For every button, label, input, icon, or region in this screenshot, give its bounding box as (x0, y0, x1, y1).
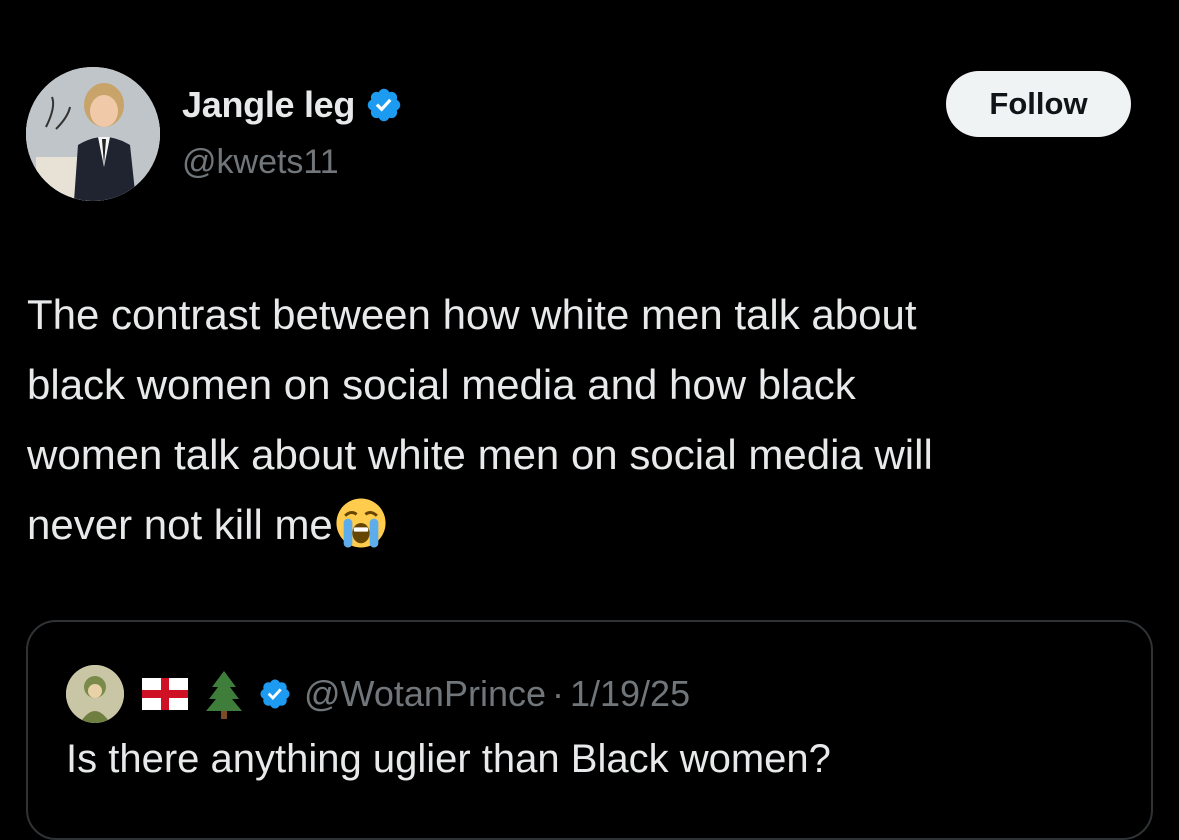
quoted-verified-badge-icon (260, 679, 290, 709)
quoted-tweet-header: @WotanPrince · 1/19/25 (66, 664, 690, 724)
tweet-body: The contrast between how white men talk … (27, 280, 1157, 560)
quoted-author-handle[interactable]: @WotanPrince (304, 673, 546, 715)
england-flag-icon (142, 678, 188, 710)
author-avatar[interactable] (26, 67, 160, 201)
verified-badge-icon (367, 88, 401, 122)
quoted-tweet-card[interactable]: @WotanPrince · 1/19/25 Is there anything… (26, 620, 1153, 840)
quoted-separator: · (551, 673, 564, 714)
quoted-author-avatar[interactable] (66, 665, 124, 723)
follow-button[interactable]: Follow (946, 71, 1131, 137)
quoted-tweet-text: Is there anything uglier than Black wome… (66, 737, 831, 781)
profile-photo-icon (26, 67, 160, 201)
author-display-name[interactable]: Jangle leg (182, 84, 355, 126)
cartoon-avatar-icon (66, 665, 124, 723)
tweet-text: The contrast between how white men talk … (27, 291, 933, 548)
evergreen-tree-icon (206, 671, 242, 719)
author-name-row: Jangle leg (182, 82, 403, 128)
tweet-card: Jangle leg @kwets11 Follow The contrast … (0, 0, 1179, 840)
quoted-date[interactable]: 1/19/25 (570, 673, 690, 715)
loudly-crying-face-emoji-icon (336, 498, 386, 548)
author-handle[interactable]: @kwets11 (182, 143, 339, 182)
